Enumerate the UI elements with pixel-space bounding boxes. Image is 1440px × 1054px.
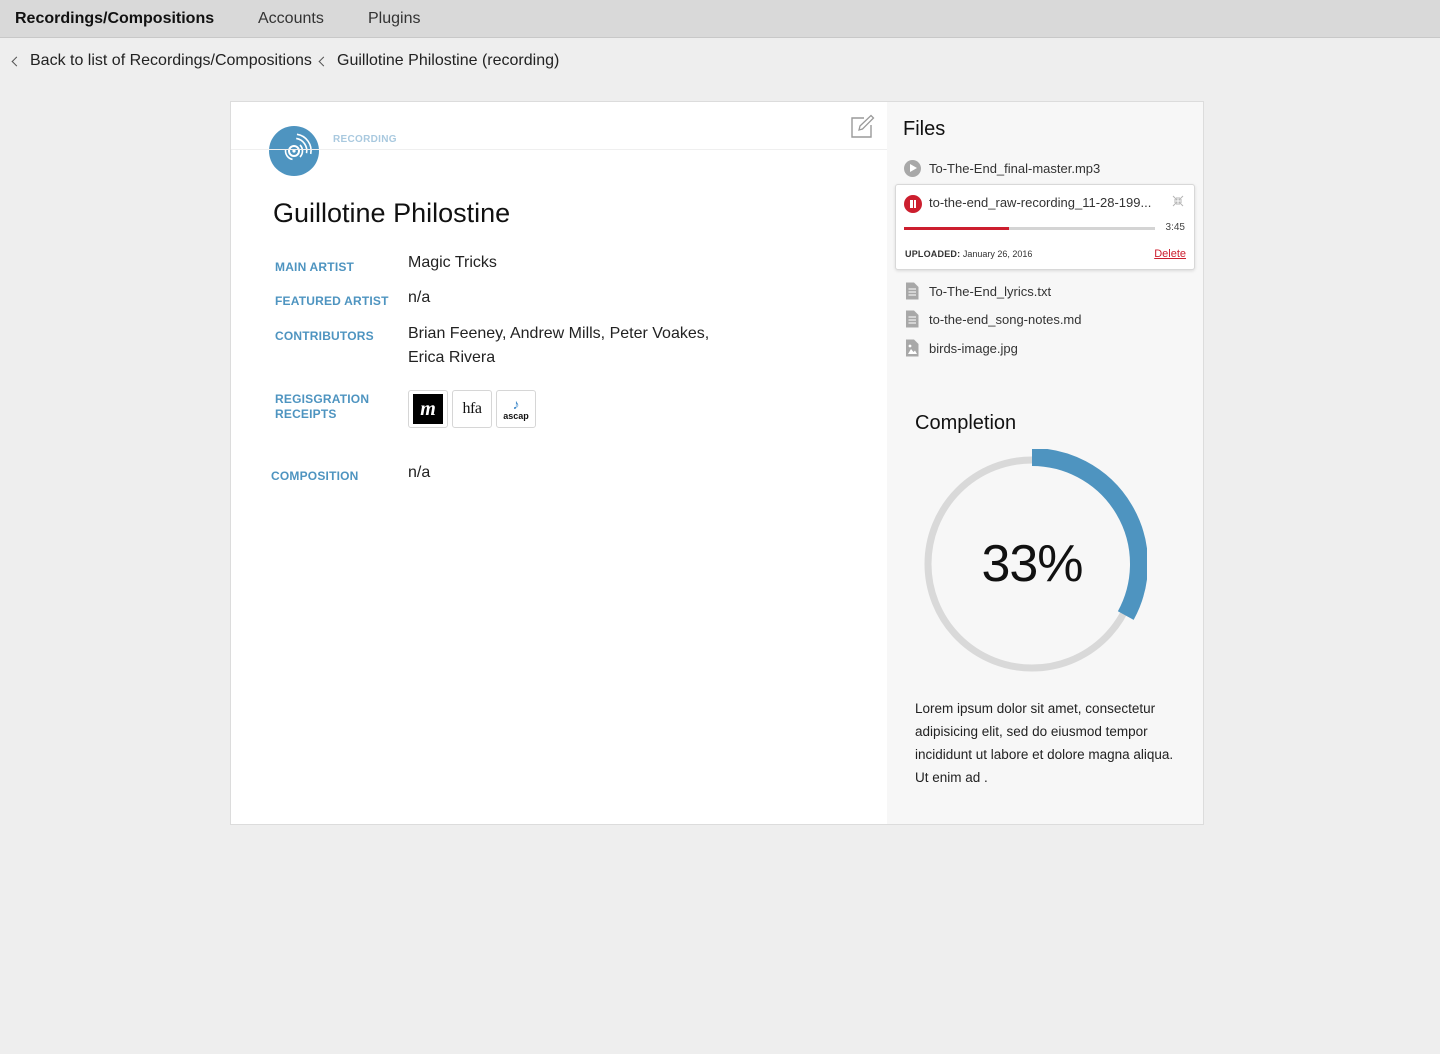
recording-card: RECORDING Guillotine Philostine MAIN ART… (230, 101, 1204, 825)
edit-icon[interactable] (849, 114, 875, 140)
back-to-list-label: Back to list of Recordings/Compositions (30, 52, 312, 69)
receipt-ascap[interactable]: ♪ ascap (496, 390, 536, 428)
player-file-name: to-the-end_raw-recording_11-28-199... (929, 195, 1152, 210)
header-divider (231, 149, 887, 150)
contributors-value-line1: Brian Feeney, Andrew Mills, Peter Voakes… (408, 325, 710, 342)
collapse-icon[interactable] (1172, 194, 1184, 207)
main-artist-value: Magic Tricks (408, 254, 497, 271)
registration-receipts-label-line1: REGISGRATION (275, 392, 370, 406)
featured-artist-value: n/a (408, 289, 431, 306)
breadcrumb: Back to list of Recordings/Compositions … (0, 52, 700, 72)
uploaded-date: January 26, 2016 (962, 249, 1033, 259)
main-artist-label: MAIN ARTIST (275, 260, 355, 274)
file-name: To-The-End_lyrics.txt (929, 283, 1052, 299)
back-to-list-link[interactable]: Back to list of Recordings/Compositions (11, 52, 312, 70)
ascap-logo-icon: ♪ ascap (503, 397, 529, 421)
nav-recordings-compositions[interactable]: Recordings/Compositions (15, 10, 214, 28)
receipt-hfa[interactable]: hfa (452, 390, 492, 428)
pause-button[interactable] (904, 195, 922, 213)
audio-player: to-the-end_raw-recording_11-28-199... 3:… (895, 184, 1195, 270)
nav-accounts[interactable]: Accounts (258, 10, 324, 28)
playback-progress-fill (904, 227, 1010, 230)
ascap-logo-text: ascap (503, 411, 529, 421)
hfa-logo-icon: hfa (462, 400, 482, 417)
record-type-label: RECORDING (333, 134, 397, 145)
file-item[interactable]: To-The-End_lyrics.txt (903, 281, 1183, 301)
play-icon[interactable] (903, 159, 921, 177)
featured-artist-label: FEATURED ARTIST (275, 294, 389, 308)
registration-receipts: m hfa ♪ ascap (408, 390, 536, 428)
vinyl-disc-icon (269, 126, 319, 176)
duration: 3:45 (1165, 222, 1185, 233)
file-item[interactable]: To-The-End_final-master.mp3 (903, 158, 1183, 178)
chevron-left-icon (11, 56, 22, 67)
uploaded-info: UPLOADED: January 26, 2016 (905, 249, 1032, 259)
file-item[interactable]: birds-image.jpg (903, 338, 1183, 358)
files-panel: Files To-The-End_final-master.mp3 to-the… (887, 102, 1203, 824)
completion-percent: 33% (981, 535, 1083, 593)
playback-progress-bar[interactable] (904, 227, 1155, 230)
completion-description: Lorem ipsum dolor sit amet, consectetur … (915, 701, 1174, 785)
nav-plugins[interactable]: Plugins (368, 10, 420, 28)
delete-link[interactable]: Delete (1154, 248, 1186, 260)
composition-label: COMPOSITION (271, 469, 359, 483)
composition-value: n/a (408, 464, 431, 481)
page-title: Guillotine Philostine (273, 198, 511, 228)
top-nav: Recordings/Compositions Accounts Plugins (0, 0, 1440, 38)
music-note-icon: ♪ (512, 396, 520, 412)
breadcrumb-current-label: Guillotine Philostine (recording) (337, 52, 560, 69)
document-icon (903, 310, 921, 328)
files-title: Files (903, 118, 946, 140)
chevron-left-icon (318, 56, 329, 67)
contributors-label: CONTRIBUTORS (275, 329, 374, 343)
breadcrumb-current: Guillotine Philostine (recording) (318, 52, 560, 70)
file-name: To-The-End_final-master.mp3 (929, 160, 1101, 176)
recording-details: RECORDING Guillotine Philostine MAIN ART… (231, 102, 887, 824)
file-item[interactable]: to-the-end_song-notes.md (903, 309, 1183, 329)
registration-receipts-label-line2: RECEIPTS (275, 407, 337, 421)
receipt-m[interactable]: m (408, 390, 448, 428)
file-name: to-the-end_song-notes.md (929, 311, 1082, 327)
document-icon (903, 282, 921, 300)
registration-receipts-label: REGISGRATION RECEIPTS (275, 392, 369, 422)
uploaded-label: UPLOADED: (905, 249, 961, 259)
file-name: birds-image.jpg (929, 340, 1018, 356)
completion-title: Completion (915, 412, 1017, 434)
image-file-icon (903, 339, 921, 357)
contributors-value-line2: Erica Rivera (408, 349, 496, 366)
m-logo-icon: m (413, 394, 443, 424)
